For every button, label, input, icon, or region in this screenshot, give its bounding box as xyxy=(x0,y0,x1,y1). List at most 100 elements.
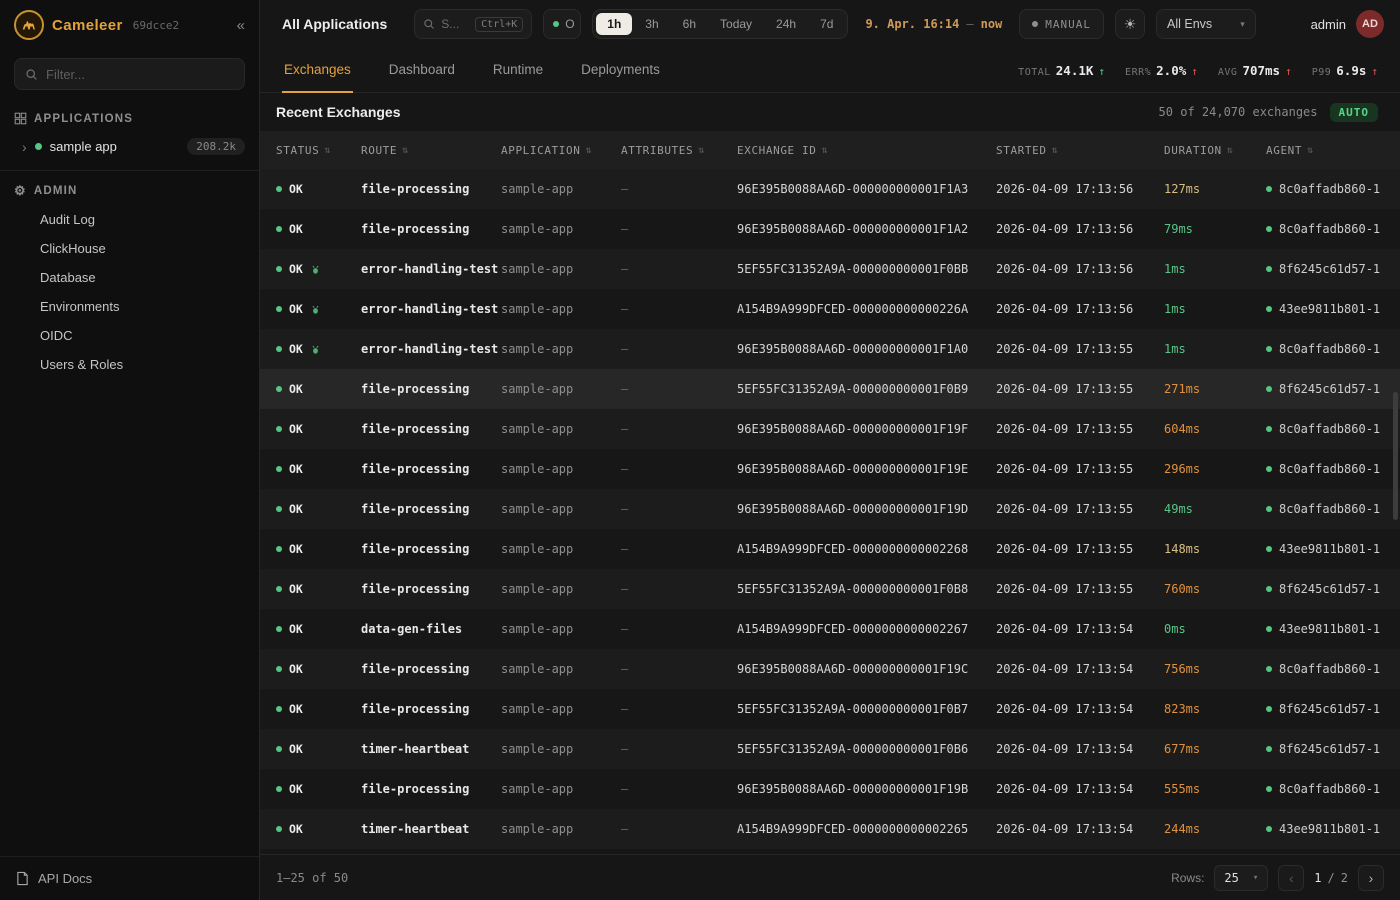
table-header-row: STATUS⇅ROUTE⇅APPLICATION⇅ATTRIBUTES⇅EXCH… xyxy=(260,131,1400,169)
column-header-attributes[interactable]: ATTRIBUTES⇅ xyxy=(621,144,737,157)
time-range-3h[interactable]: 3h xyxy=(634,13,669,35)
sort-icon[interactable]: ⇅ xyxy=(821,145,828,156)
agent-status-dot xyxy=(1266,626,1272,632)
scrollbar-thumb[interactable] xyxy=(1393,392,1398,520)
agent-status-dot xyxy=(1266,266,1272,272)
tab-deployments[interactable]: Deployments xyxy=(579,48,662,93)
table-row[interactable]: OKfile-processingsample-app—96E395B0088A… xyxy=(260,169,1400,209)
cell-exchange-id: 5EF55FC31352A9A-000000000001F0BB xyxy=(737,262,996,276)
cell-agent: 8c0affadb860-1 xyxy=(1266,782,1400,796)
sidebar-item-users-roles[interactable]: Users & Roles xyxy=(0,350,259,379)
cell-status: OK xyxy=(276,622,361,636)
cell-duration: 677ms xyxy=(1164,742,1266,756)
status-ok-dot xyxy=(276,226,282,232)
table-row[interactable]: OKfile-processingsample-app—5EF55FC31352… xyxy=(260,689,1400,729)
table-row[interactable]: OKfile-processingsample-app—96E395B0088A… xyxy=(260,449,1400,489)
column-label: EXCHANGE ID xyxy=(737,144,816,157)
table-row[interactable]: OKfile-processingsample-app—96E395B0088A… xyxy=(260,409,1400,449)
cell-duration: 823ms xyxy=(1164,702,1266,716)
column-header-exchange-id[interactable]: EXCHANGE ID ⇅ xyxy=(737,144,996,157)
sort-icon[interactable]: ⇅ xyxy=(1052,145,1059,156)
sort-icon[interactable]: ⇅ xyxy=(1227,145,1234,156)
table-row[interactable]: OKfile-processingsample-app—A154B9A999DF… xyxy=(260,529,1400,569)
rows-per-page-select[interactable]: 25 ▾ xyxy=(1214,865,1268,891)
sort-icon[interactable]: ⇅ xyxy=(698,145,705,156)
pagination-controls: Rows: 25 ▾ ‹ 1 / 2 › xyxy=(1171,865,1384,891)
tab-runtime[interactable]: Runtime xyxy=(491,48,545,93)
next-page-button[interactable]: › xyxy=(1358,865,1384,891)
table-row[interactable]: OKdata-gen-filessample-app—A154B9A999DFC… xyxy=(260,609,1400,649)
sort-icon[interactable]: ⇅ xyxy=(1307,145,1314,156)
sidebar-item-database[interactable]: Database xyxy=(0,263,259,292)
table-row[interactable]: OKtimer-heartbeatsample-app—A154B9A999DF… xyxy=(260,809,1400,849)
cell-agent: 8f6245c61d57-1 xyxy=(1266,702,1400,716)
column-header-started[interactable]: STARTED⇅ xyxy=(996,144,1164,157)
user-name: admin xyxy=(1311,17,1346,32)
sidebar-collapse-button[interactable]: « xyxy=(237,17,245,34)
avatar[interactable]: AD xyxy=(1356,10,1384,38)
page-current: 1 xyxy=(1314,871,1321,885)
sidebar: Cameleer 69dcce2 « Filter... APPLICATION… xyxy=(0,0,260,900)
sort-icon[interactable]: ⇅ xyxy=(585,145,592,156)
table-row[interactable]: OKfile-processingsample-app—5EF55FC31352… xyxy=(260,369,1400,409)
filter-toggle[interactable]: O xyxy=(543,9,581,39)
cell-agent: 8c0affadb860-1 xyxy=(1266,502,1400,516)
table-row[interactable]: OKfile-processingsample-app—96E395B0088A… xyxy=(260,489,1400,529)
global-search-input[interactable]: S... Ctrl+K xyxy=(414,9,532,39)
tab-dashboard[interactable]: Dashboard xyxy=(387,48,457,93)
sidebar-item-sample-app[interactable]: › sample app 208.2k xyxy=(0,131,259,162)
cell-exchange-id: 5EF55FC31352A9A-000000000001F0B6 xyxy=(737,742,996,756)
chevron-right-icon[interactable]: › xyxy=(22,140,27,154)
table-row[interactable]: OKfile-processingsample-app—96E395B0088A… xyxy=(260,769,1400,809)
column-header-route[interactable]: ROUTE⇅ xyxy=(361,144,501,157)
app-count-badge: 208.2k xyxy=(187,138,245,155)
sidebar-item-audit-log[interactable]: Audit Log xyxy=(0,205,259,234)
filter-placeholder: Filter... xyxy=(46,67,85,82)
table-row[interactable]: OKerror-handling-testsample-app—5EF55FC3… xyxy=(260,249,1400,289)
status-ok-dot xyxy=(276,386,282,392)
admin-section-header: ⚙ ADMIN xyxy=(0,175,259,205)
api-docs-link[interactable]: API Docs xyxy=(0,856,259,900)
table-row[interactable]: OKerror-handling-testsample-app—A154B9A9… xyxy=(260,289,1400,329)
table-row[interactable]: OKfile-processingsample-app—96E395B0088A… xyxy=(260,209,1400,249)
auto-refresh-badge[interactable]: AUTO xyxy=(1330,103,1379,122)
column-header-agent[interactable]: AGENT⇅ xyxy=(1266,144,1400,157)
time-range-7d[interactable]: 7d xyxy=(809,13,844,35)
tab-exchanges[interactable]: Exchanges xyxy=(282,48,353,93)
column-header-application[interactable]: APPLICATION⇅ xyxy=(501,144,621,157)
table-row[interactable]: OKfile-processingsample-app—96E395B0088A… xyxy=(260,649,1400,689)
time-range-24h[interactable]: 24h xyxy=(765,13,807,35)
time-range-today[interactable]: Today xyxy=(709,13,763,35)
table-row[interactable]: OKtimer-heartbeatsample-app—5EF55FC31352… xyxy=(260,729,1400,769)
theme-toggle-button[interactable]: ☀ xyxy=(1115,9,1145,39)
time-range-6h[interactable]: 6h xyxy=(672,13,707,35)
time-range-display: 9. Apr. 16:14 — now xyxy=(865,17,1002,31)
status-ok-dot xyxy=(276,266,282,272)
sidebar-item-environments[interactable]: Environments xyxy=(0,292,259,321)
sort-icon[interactable]: ⇅ xyxy=(324,145,331,156)
table-row[interactable]: OKfile-processingsample-app—5EF55FC31352… xyxy=(260,569,1400,609)
cell-attributes: — xyxy=(621,502,737,516)
column-header-status[interactable]: STATUS⇅ xyxy=(276,144,361,157)
sidebar-item-oidc[interactable]: OIDC xyxy=(0,321,259,350)
cell-attributes: — xyxy=(621,262,737,276)
cell-exchange-id: 96E395B0088AA6D-000000000001F1A3 xyxy=(737,182,996,196)
manual-refresh-button[interactable]: MANUAL xyxy=(1019,9,1104,39)
cell-application: sample-app xyxy=(501,782,621,796)
cell-status: OK xyxy=(276,582,361,596)
agent-status-dot xyxy=(1266,466,1272,472)
environment-select[interactable]: All Envs ▾ xyxy=(1156,9,1256,39)
time-range-1h[interactable]: 1h xyxy=(596,13,632,35)
column-header-duration[interactable]: DURATION⇅ xyxy=(1164,144,1266,157)
cell-route: file-processing xyxy=(361,382,501,396)
sort-icon[interactable]: ⇅ xyxy=(402,145,409,156)
sidebar-item-clickhouse[interactable]: ClickHouse xyxy=(0,234,259,263)
cell-status: OK xyxy=(276,462,361,476)
cell-route: error-handling-test xyxy=(361,302,501,316)
cell-attributes: — xyxy=(621,742,737,756)
topbar: All Applications S... Ctrl+K O 1h3h6hTod… xyxy=(260,0,1400,48)
sidebar-filter-input[interactable]: Filter... xyxy=(14,58,245,90)
table-row[interactable]: OKerror-handling-testsample-app—96E395B0… xyxy=(260,329,1400,369)
cameleer-logo xyxy=(14,10,44,40)
prev-page-button[interactable]: ‹ xyxy=(1278,865,1304,891)
